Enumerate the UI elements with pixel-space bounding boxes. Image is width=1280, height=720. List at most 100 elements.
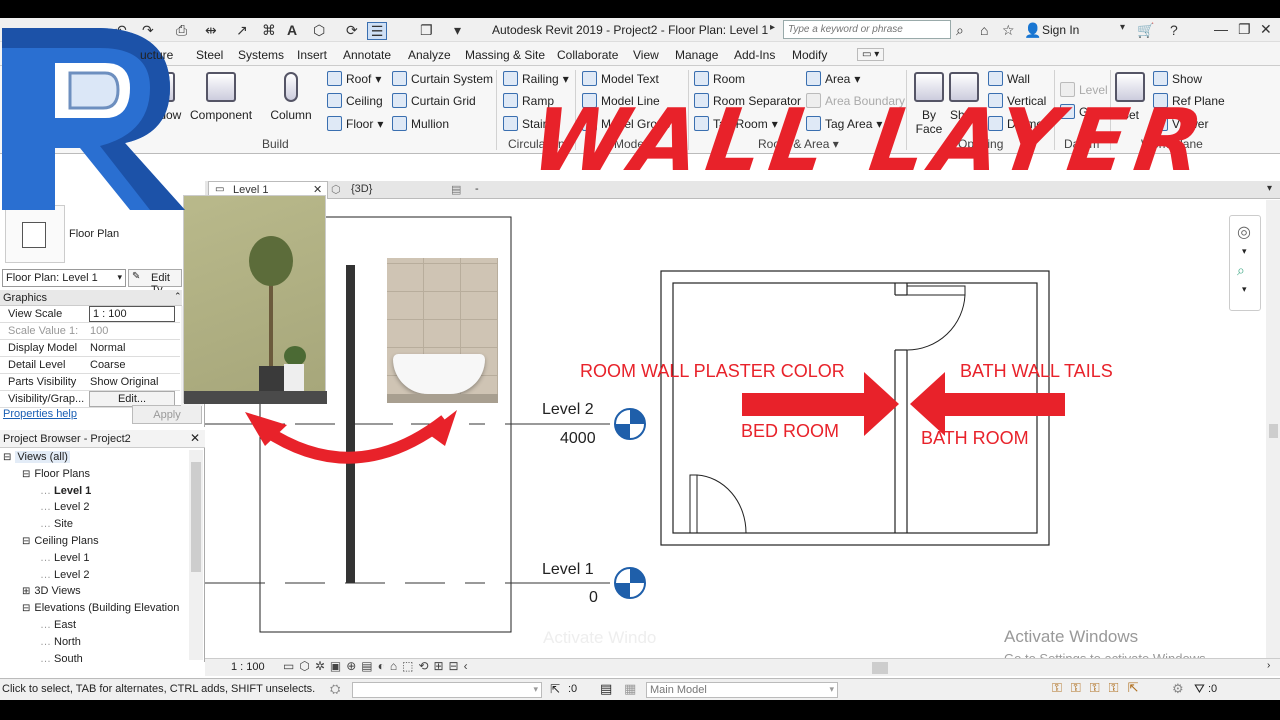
edit-type-button[interactable]: ✎ Edit Ty bbox=[128, 269, 182, 296]
chevron-down-icon[interactable]: ▾ bbox=[1242, 246, 1247, 257]
tree-toggle-icon[interactable]: ⊟ bbox=[22, 469, 30, 480]
tab-add-ins[interactable]: Add-Ins bbox=[734, 48, 775, 62]
browser-item[interactable]: ⊟ Ceiling Plans bbox=[22, 535, 99, 547]
browser-item[interactable]: … Site bbox=[40, 518, 73, 530]
tree-toggle-icon[interactable]: ⊟ bbox=[3, 452, 11, 463]
browser-item[interactable]: ⊟ Views (all) bbox=[3, 451, 70, 463]
chevron-down-icon[interactable]: ▾ bbox=[1242, 284, 1247, 295]
scroll-thumb[interactable] bbox=[191, 462, 201, 572]
tab-manage[interactable]: Manage bbox=[675, 48, 718, 62]
cart-icon[interactable]: 🛒 bbox=[1137, 22, 1154, 39]
steering-wheel-icon[interactable]: ◎ bbox=[1237, 222, 1251, 242]
level-1-head[interactable] bbox=[614, 567, 646, 599]
room-button[interactable]: Room bbox=[694, 71, 745, 86]
tab-menu-icon[interactable]: ▾ bbox=[1267, 183, 1272, 194]
worksets-icon[interactable]: ⛭ bbox=[330, 681, 340, 697]
sign-in-link[interactable]: Sign In bbox=[1042, 23, 1079, 37]
ceiling-button[interactable]: Ceiling bbox=[327, 93, 383, 108]
view-control-icons[interactable]: ▭⬡✲▣⊕▤◐⌂⬚⟲⊞⊟‹ bbox=[283, 659, 473, 673]
tab-collaborate[interactable]: Collaborate bbox=[557, 48, 618, 62]
column-button[interactable]: Column bbox=[264, 72, 318, 122]
filter-icon[interactable]: ⛛ bbox=[1194, 681, 1205, 697]
tab-view[interactable]: View bbox=[633, 48, 659, 62]
browser-item[interactable]: … Level 2 bbox=[40, 569, 89, 581]
favorites-star-icon[interactable]: ☆ bbox=[1002, 22, 1015, 39]
tab-steel[interactable]: Steel bbox=[196, 48, 223, 62]
parts-visibility-value[interactable]: Show Original bbox=[90, 376, 158, 388]
level-1-elevation[interactable]: 0 bbox=[589, 589, 598, 607]
browser-scrollbar[interactable] bbox=[189, 450, 203, 660]
view-scale-control[interactable]: 1 : 100 bbox=[231, 661, 265, 673]
view-scale-row[interactable]: View Scale 1 : 100 bbox=[0, 306, 180, 323]
close-icon[interactable]: ✕ bbox=[1260, 21, 1272, 38]
curtain-grid-button[interactable]: Curtain Grid bbox=[392, 93, 476, 108]
browser-item[interactable]: … Level 1 bbox=[40, 485, 91, 497]
floor-button[interactable]: Floor ▾ bbox=[327, 116, 383, 131]
tab-modify[interactable]: Modify bbox=[792, 48, 827, 62]
help-icon[interactable]: ? bbox=[1170, 22, 1178, 38]
sign-in-dropdown-icon[interactable]: ▾ bbox=[1120, 22, 1125, 33]
canvas-vertical-scrollbar[interactable] bbox=[1266, 200, 1280, 658]
browser-item[interactable]: ⊞ 3D Views bbox=[22, 585, 81, 597]
level-2-head[interactable] bbox=[614, 408, 646, 440]
browser-item[interactable]: … Level 1 bbox=[40, 552, 89, 564]
dimension-icon[interactable]: ↗ bbox=[236, 22, 248, 39]
subscription-icon[interactable]: ⌂ bbox=[980, 22, 988, 38]
view-selector-dropdown[interactable]: Floor Plan: Level 1 ▾ bbox=[2, 269, 126, 287]
tab-3d[interactable]: {3D} bbox=[351, 183, 372, 195]
level-2-elevation[interactable]: 4000 bbox=[560, 430, 596, 448]
scroll-thumb[interactable] bbox=[1269, 424, 1278, 438]
tree-toggle-icon[interactable]: ⊟ bbox=[22, 603, 30, 614]
minimize-icon[interactable]: — bbox=[1214, 21, 1228, 37]
browser-item[interactable]: … East bbox=[40, 619, 76, 631]
roof-button[interactable]: Roof ▾ bbox=[327, 71, 381, 86]
design-option-dropdown[interactable]: Main Model ▾ bbox=[646, 682, 838, 698]
workset-dropdown[interactable]: ▾ bbox=[352, 682, 542, 698]
close-icon[interactable]: ✕ bbox=[190, 431, 200, 445]
curtain-system-button[interactable]: Curtain System bbox=[392, 71, 493, 86]
browser-item[interactable]: ⊟ Elevations (Building Elevation bbox=[22, 602, 179, 614]
switch-windows-icon[interactable]: ❐ bbox=[420, 22, 433, 39]
restore-icon[interactable]: ❐ bbox=[1238, 21, 1251, 38]
background-process-icon[interactable]: ⚙ bbox=[1172, 681, 1184, 697]
tab-insert[interactable]: Insert bbox=[297, 48, 327, 62]
model-text-button[interactable]: Model Text bbox=[582, 71, 659, 86]
detail-level-value[interactable]: Coarse bbox=[90, 359, 125, 371]
parts-visibility-row[interactable]: Parts Visibility Show Original bbox=[0, 374, 180, 391]
level-1-name[interactable]: Level 1 bbox=[542, 561, 594, 579]
3d-view-icon[interactable]: ⬡ bbox=[313, 22, 325, 39]
design-options-icon[interactable]: ▦ bbox=[624, 681, 636, 697]
scroll-right-icon[interactable]: › bbox=[1267, 660, 1270, 671]
display-model-row[interactable]: Display Model Normal bbox=[0, 340, 180, 357]
search-icon[interactable]: ⌕ bbox=[956, 22, 964, 39]
measure-icon[interactable]: ⇹ bbox=[205, 22, 217, 39]
text-icon[interactable]: A bbox=[287, 22, 297, 38]
tab-systems[interactable]: Systems bbox=[238, 48, 284, 62]
horizontal-scroll-thumb[interactable] bbox=[872, 662, 888, 674]
tab-analyze[interactable]: Analyze bbox=[408, 48, 451, 62]
customize-qat-icon[interactable]: ▾ bbox=[454, 22, 461, 39]
drawing-canvas[interactable]: Level 2 4000 Level 1 0 ROOM WALL PLASTER… bbox=[183, 195, 1280, 666]
tab-massing-site[interactable]: Massing & Site bbox=[465, 48, 545, 62]
apply-button[interactable]: Apply bbox=[132, 405, 202, 424]
tab-untitled[interactable]: - bbox=[475, 183, 479, 195]
show-work-plane-button[interactable]: Show bbox=[1153, 71, 1202, 86]
tab-structure[interactable]: ucture bbox=[140, 48, 173, 62]
thin-lines-icon[interactable]: ☰ bbox=[367, 22, 387, 40]
display-model-value[interactable]: Normal bbox=[90, 342, 125, 354]
view-scale-value[interactable]: 1 : 100 bbox=[89, 306, 175, 322]
section-icon[interactable]: ⟳ bbox=[346, 22, 358, 39]
browser-item[interactable]: … South bbox=[40, 653, 83, 665]
zoom-icon[interactable]: ⌕ bbox=[1237, 262, 1245, 279]
level-2-name[interactable]: Level 2 bbox=[542, 401, 594, 419]
tree-toggle-icon[interactable]: ⊞ bbox=[22, 586, 30, 597]
selection-icon[interactable]: ⇱ bbox=[550, 682, 560, 696]
tree-toggle-icon[interactable]: ⊟ bbox=[22, 536, 30, 547]
mullion-button[interactable]: Mullion bbox=[392, 116, 449, 131]
wall-opening-button[interactable]: Wall bbox=[988, 71, 1030, 86]
tag-icon[interactable]: ⌘ bbox=[262, 22, 276, 39]
search-input[interactable] bbox=[783, 20, 951, 39]
ribbon-options-icon[interactable]: ▭ ▾ bbox=[857, 48, 885, 61]
browser-item[interactable]: ⊟ Floor Plans bbox=[22, 468, 90, 480]
area-button[interactable]: Area ▾ bbox=[806, 71, 860, 86]
